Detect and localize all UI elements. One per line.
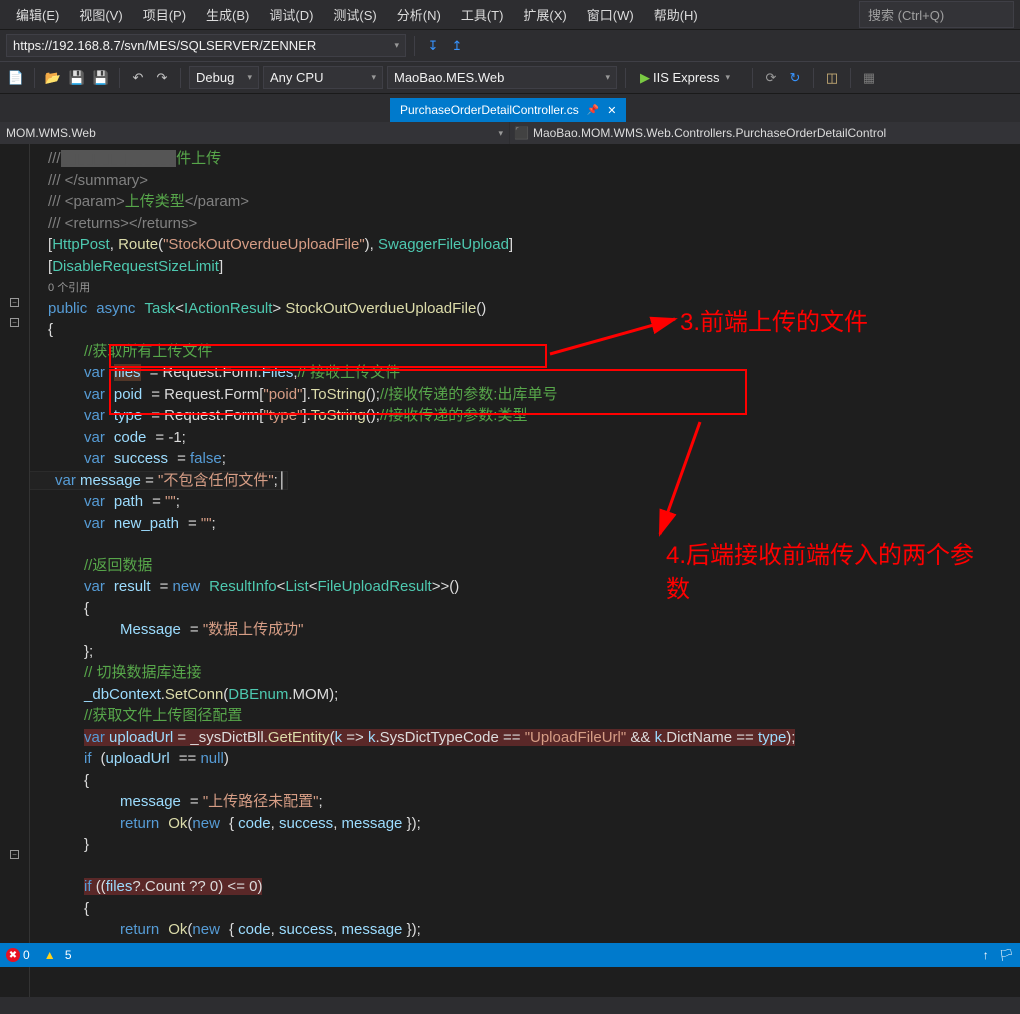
save-icon[interactable]: 💾 bbox=[67, 67, 87, 89]
warning-count[interactable]: ▲ 5 bbox=[44, 948, 72, 962]
fold-toggle[interactable]: − bbox=[10, 850, 19, 859]
separator bbox=[752, 68, 753, 88]
menu-view[interactable]: 视图(V) bbox=[69, 1, 132, 28]
svn-commit-icon[interactable]: ↧ bbox=[423, 35, 443, 57]
toolbar-main: 📄 📂 💾 💾 ↶ ↷ Debug▾ Any CPU▾ MaoBao.MES.W… bbox=[0, 62, 1020, 94]
comment: /// bbox=[48, 150, 61, 167]
separator bbox=[850, 68, 851, 88]
namespace-combo[interactable]: ⬛ MaoBao.MOM.WMS.Web.Controllers.Purchas… bbox=[510, 122, 1020, 144]
document-tab[interactable]: PurchaseOrderDetailController.cs 📌 ✕ bbox=[390, 98, 626, 122]
menu-window[interactable]: 窗口(W) bbox=[577, 1, 644, 28]
comment: //获取所有上传文件 bbox=[84, 343, 212, 360]
separator bbox=[625, 68, 626, 88]
separator bbox=[119, 68, 120, 88]
toolbar-svn: https://192.168.8.7/svn/MES/SQLSERVER/ZE… bbox=[0, 30, 1020, 62]
close-icon[interactable]: ✕ bbox=[607, 104, 616, 117]
separator bbox=[414, 36, 415, 56]
open-folder-icon[interactable]: 📂 bbox=[43, 67, 63, 89]
chevron-down-icon: ▾ bbox=[394, 40, 399, 51]
feedback-icon[interactable]: ↑ bbox=[983, 948, 989, 962]
play-icon: ▶ bbox=[640, 70, 650, 86]
run-button[interactable]: ▶ IIS Express▾ bbox=[634, 67, 744, 89]
menu-analyze[interactable]: 分析(N) bbox=[387, 1, 451, 28]
comment: 件上传 bbox=[176, 150, 221, 167]
svn-url-combo[interactable]: https://192.168.8.7/svn/MES/SQLSERVER/ZE… bbox=[6, 34, 406, 57]
fold-toggle[interactable]: − bbox=[10, 298, 19, 307]
undo-icon[interactable]: ↶ bbox=[128, 67, 148, 89]
comment: /// </summary> bbox=[48, 172, 148, 189]
save-all-icon[interactable]: 💾 bbox=[91, 67, 111, 89]
status-bar: ✖0 ▲ 5 ↑ 🏳 bbox=[0, 943, 1020, 967]
config-combo[interactable]: Debug▾ bbox=[189, 66, 259, 89]
folder-icon[interactable]: ◫ bbox=[822, 67, 842, 89]
new-file-icon[interactable]: 📄 bbox=[6, 67, 26, 89]
tab-title: PurchaseOrderDetailController.cs bbox=[400, 103, 579, 117]
redo-icon[interactable]: ↷ bbox=[152, 67, 172, 89]
flag-icon[interactable]: 🏳 bbox=[999, 948, 1014, 962]
separator bbox=[34, 68, 35, 88]
code-area[interactable]: ///▮▮▮▮▮▮▮▮▮▮▮▮▮▮件上传 /// </summary> /// … bbox=[30, 144, 1020, 997]
menu-test[interactable]: 测试(S) bbox=[323, 1, 386, 28]
menu-edit[interactable]: 编辑(E) bbox=[6, 1, 69, 28]
separator bbox=[813, 68, 814, 88]
fold-gutter[interactable]: − − − bbox=[0, 144, 30, 997]
menu-project[interactable]: 项目(P) bbox=[133, 1, 196, 28]
code-editor[interactable]: − − − ///▮▮▮▮▮▮▮▮▮▮▮▮▮▮件上传 /// </summary… bbox=[0, 144, 1020, 997]
layout-icon[interactable]: ▦ bbox=[859, 67, 879, 89]
refresh-icon[interactable]: ↻ bbox=[785, 67, 805, 89]
browser-link-icon[interactable]: ⟳ bbox=[761, 67, 781, 89]
project-combo[interactable]: MOM.WMS.Web ▾ bbox=[0, 122, 510, 144]
svn-url: https://192.168.8.7/svn/MES/SQLSERVER/ZE… bbox=[13, 38, 316, 53]
fold-toggle[interactable]: − bbox=[10, 318, 19, 327]
menu-tools[interactable]: 工具(T) bbox=[451, 1, 514, 28]
menu-help[interactable]: 帮助(H) bbox=[644, 1, 708, 28]
search-input[interactable]: 搜索 (Ctrl+Q) bbox=[859, 1, 1014, 28]
menu-build[interactable]: 生成(B) bbox=[196, 1, 259, 28]
document-tab-row: PurchaseOrderDetailController.cs 📌 ✕ bbox=[0, 94, 1020, 122]
menu-debug[interactable]: 调试(D) bbox=[259, 1, 323, 28]
platform-combo[interactable]: Any CPU▾ bbox=[263, 66, 383, 89]
error-count[interactable]: ✖0 bbox=[6, 948, 30, 962]
class-icon: ⬛ bbox=[514, 126, 529, 140]
chevron-down-icon: ▾ bbox=[498, 128, 503, 139]
menu-extensions[interactable]: 扩展(X) bbox=[513, 1, 576, 28]
startup-combo[interactable]: MaoBao.MES.Web▾ bbox=[387, 66, 617, 89]
separator bbox=[180, 68, 181, 88]
reference-count[interactable]: 0 个引用 bbox=[48, 282, 90, 294]
pin-icon[interactable]: 📌 bbox=[587, 105, 599, 116]
svn-update-icon[interactable]: ↥ bbox=[447, 35, 467, 57]
menu-bar: 编辑(E) 视图(V) 项目(P) 生成(B) 调试(D) 测试(S) 分析(N… bbox=[0, 0, 1020, 30]
document-nav: MOM.WMS.Web ▾ ⬛ MaoBao.MOM.WMS.Web.Contr… bbox=[0, 122, 1020, 144]
